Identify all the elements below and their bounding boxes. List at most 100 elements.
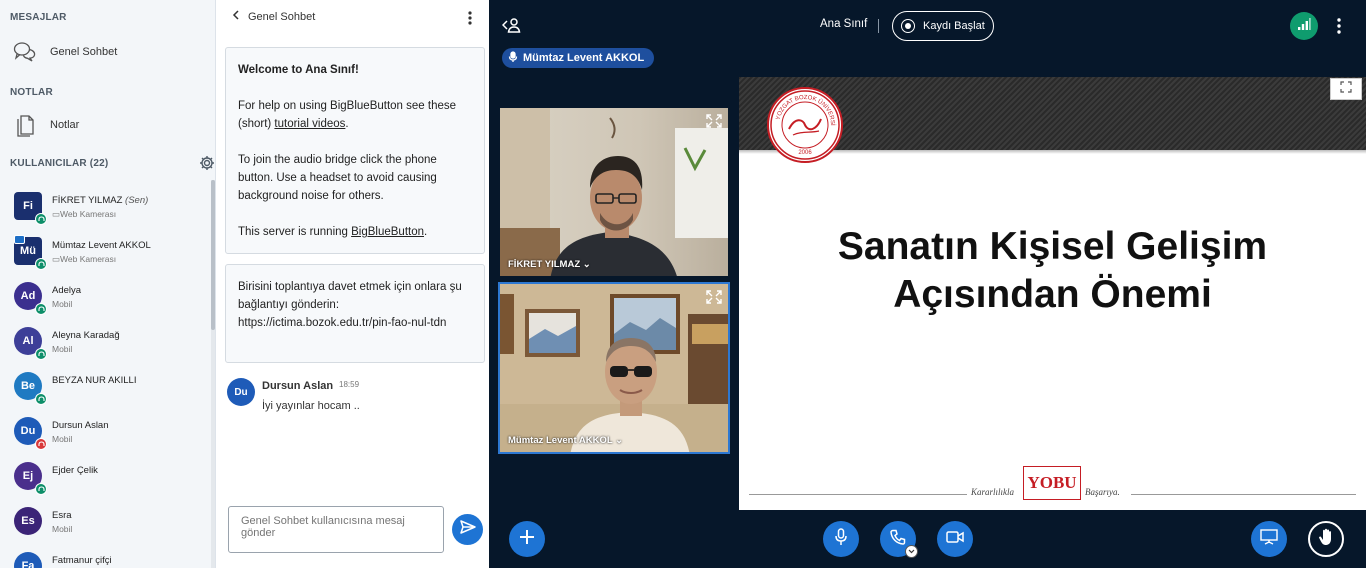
user-name: Fatmanur çifçi [52,555,112,566]
avatar: Es [14,507,42,535]
user-list-item[interactable]: Be BEYZA NUR AKILLI [0,366,210,410]
hide-chat-button[interactable]: Genel Sohbet [232,10,315,23]
footer-left-text: Kararlılıkla [971,487,1015,497]
microphone-button[interactable] [823,521,859,557]
gear-icon[interactable] [199,155,215,171]
presentation-toggle-button[interactable] [1251,521,1287,557]
user-name: BEYZA NUR AKILLI [52,375,137,386]
notes-label: Notlar [50,119,80,131]
university-seal-logo: YOZGAT BOZOK ÜNİVERSİTESİ 2006 [767,84,843,163]
user-name: FİKRET YILMAZ (Sen) [52,195,149,206]
chat-message: Du Dursun Aslan 18:59 İyi yayınlar hocam… [226,378,481,422]
record-icon [901,19,915,33]
chat-bubbles-icon [12,40,38,64]
scrollbar-thumb[interactable] [211,180,215,330]
shared-notes-link[interactable]: Notlar [12,110,208,140]
expand-icon[interactable] [706,290,722,304]
title-separator [878,19,879,33]
invite-message: Birisini toplantıya davet etmek için onl… [225,264,485,363]
talking-indicator: Mümtaz Levent AKKOL [502,48,655,68]
signal-bars-icon [1297,17,1311,36]
message-sender: Dursun Aslan [262,380,334,392]
microphone-icon [834,527,848,551]
headset-icon [35,348,47,360]
bigbluebutton-link[interactable]: BigBlueButton [351,226,424,238]
user-list-item[interactable]: Ej Ejder Çelik [0,456,210,500]
user-list-item[interactable]: Al Aleyna Karadağ Mobil [0,321,210,365]
tutorial-videos-link[interactable]: tutorial videos [274,118,345,130]
user-list-item[interactable]: Fa Fatmanur çifçi [0,546,210,568]
user-name: Adelya [52,285,82,296]
user-name: Dursun Aslan [52,420,109,431]
video-username[interactable]: Mümtaz Levent AKKOL ⌄ [508,435,623,446]
yobu-logo: YOBU [1023,466,1081,500]
video-camera-icon: ▭ [52,254,61,264]
user-list-panel: MESAJLAR Genel Sohbet NOTLAR Notlar KULL… [0,0,216,568]
user-status: Mobil [52,299,73,309]
plus-icon [519,529,535,550]
send-message-button[interactable] [452,514,483,545]
chevron-down-icon[interactable] [905,545,918,558]
invite-text: Birisini toplantıya davet etmek için onl… [238,281,462,329]
video-username[interactable]: FİKRET YILMAZ ⌄ [508,259,591,270]
footer-divider [749,494,967,495]
webcam-button[interactable] [937,521,973,557]
public-chat-label: Genel Sohbet [50,46,118,58]
chat-header: Genel Sohbet [216,0,489,36]
raise-hand-button[interactable] [1308,521,1344,557]
options-menu-icon[interactable] [1331,16,1347,36]
notes-icon [12,113,38,137]
chat-title: Genel Sohbet [248,10,316,23]
start-recording-button[interactable]: Kaydı Başlat [892,11,994,41]
connection-status-button[interactable] [1290,12,1318,40]
user-status: Mobil [52,524,73,534]
microphone-icon [508,50,518,66]
webcam-feed-image [500,108,728,276]
talking-user-name: Mümtaz Levent AKKOL [523,52,645,64]
headset-icon [35,483,47,495]
actions-button[interactable] [509,521,545,557]
muted-microphone-icon [35,438,47,450]
user-status: ▭Web Kamerası [52,209,117,219]
toggle-userlist-icon[interactable] [501,16,522,39]
help-line: For help on using BigBlueButton see thes… [238,100,457,130]
avatar: Du [227,378,255,406]
chat-options-icon[interactable] [462,10,478,26]
webcam-video-fikret[interactable]: FİKRET YILMAZ ⌄ [498,106,730,278]
user-list-item[interactable]: Ad Adelya Mobil [0,276,210,320]
users-section-title: KULLANICILAR (22) [10,158,109,169]
user-name: Mümtaz Levent AKKOL [52,240,151,251]
headset-icon [35,303,47,315]
video-camera-icon: ▭ [52,209,61,219]
expand-icon[interactable] [706,114,722,128]
webcam-video-mumtaz[interactable]: Mümtaz Levent AKKOL ⌄ [498,282,730,454]
headset-icon [35,393,47,405]
user-status: Mobil [52,344,73,354]
user-list-item[interactable]: Fi FİKRET YILMAZ (Sen) ▭Web Kamerası [0,186,210,230]
slide-title: Sanatın Kişisel Gelişim Açısından Önemi [739,223,1366,319]
main-area: Ana Sınıf Kaydı Başlat Mümtaz Levent AKK… [489,0,1366,568]
server-line: This server is running BigBlueButton. [238,226,428,238]
meeting-title: Ana Sınıf [820,18,868,30]
phone-icon [890,529,906,550]
user-list-scrollbar[interactable] [211,180,215,568]
user-status: ▭Web Kamerası [52,254,117,264]
welcome-line: Welcome to Ana Sınıf! [238,64,359,76]
user-list-item[interactable]: Du Dursun Aslan Mobil [0,411,210,455]
notes-section-title: NOTLAR [10,87,53,98]
user-list-item[interactable]: Mü Mümtaz Levent AKKOL ▭Web Kamerası [0,231,210,275]
audio-help-line: To join the audio bridge click the phone… [238,154,437,202]
headset-icon [35,258,47,270]
avatar: Fa [14,552,42,568]
presentation-slide[interactable]: YOZGAT BOZOK ÜNİVERSİTESİ 2006 Sanatın K… [739,77,1366,510]
public-chat-link[interactable]: Genel Sohbet [12,37,208,67]
svg-text:2006: 2006 [798,150,812,156]
user-name: Aleyna Karadağ [52,330,120,341]
webcam-feed-image [500,284,728,452]
user-list-item[interactable]: Es Esra Mobil [0,501,210,545]
fullscreen-presentation-button[interactable] [1330,78,1362,100]
fullscreen-icon [1340,80,1352,98]
chat-message-input[interactable] [228,506,444,553]
audio-button[interactable] [880,521,918,558]
chat-panel: Genel Sohbet Welcome to Ana Sınıf! For h… [216,0,489,568]
